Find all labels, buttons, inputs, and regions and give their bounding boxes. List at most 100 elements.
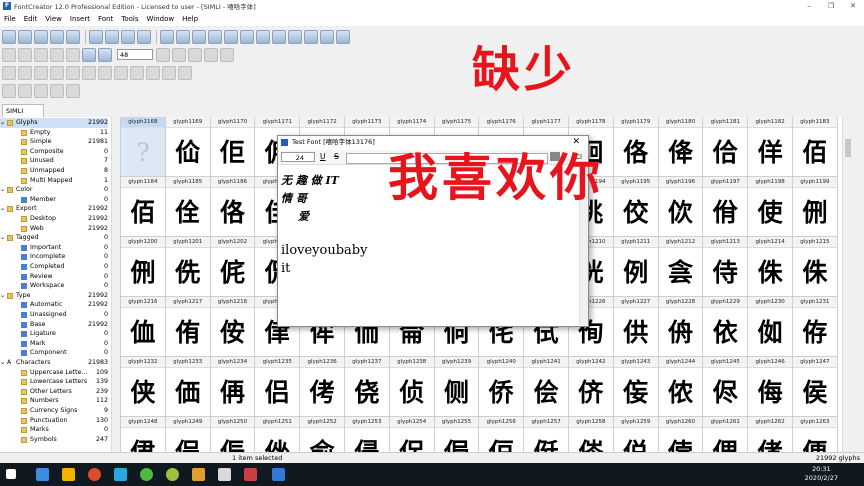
menu-font[interactable]: Font bbox=[94, 15, 117, 23]
zoom-in-icon[interactable] bbox=[82, 47, 96, 62]
app-icon-5[interactable] bbox=[140, 468, 153, 481]
tree-item[interactable]: Simple 21981 bbox=[0, 137, 108, 147]
glyph-cell[interactable]: glyph1231 侟 bbox=[793, 297, 838, 357]
glyph-cell[interactable]: glyph1259 侻 bbox=[613, 417, 659, 452]
grid-scrollbar[interactable] bbox=[842, 117, 853, 452]
glyph-cell[interactable]: glyph1253 侵 bbox=[345, 417, 390, 452]
align-center-icon[interactable] bbox=[18, 65, 32, 80]
glyph-cell[interactable]: glyph1186 佫 bbox=[210, 177, 256, 237]
glyph-cell[interactable]: glyph1197 佾 bbox=[703, 177, 749, 237]
menu-help[interactable]: Help bbox=[178, 15, 202, 23]
tree-item[interactable]: Uppercase Lette... 109 bbox=[0, 368, 108, 378]
glyph-cell[interactable]: glyph1260 侼 bbox=[658, 417, 704, 452]
background-icon[interactable] bbox=[50, 83, 64, 98]
glyph-cell[interactable]: glyph1233 価 bbox=[165, 357, 211, 417]
close-button[interactable]: ✕ bbox=[842, 0, 864, 12]
menu-window[interactable]: Window bbox=[142, 15, 178, 23]
glyph-cell[interactable]: glyph1250 侲 bbox=[210, 417, 256, 452]
folder-app-icon[interactable] bbox=[62, 468, 75, 481]
tree-item[interactable]: Desktop 21992 bbox=[0, 214, 108, 224]
tree-item[interactable]: Automatic 21992 bbox=[0, 300, 108, 310]
distribute-icon[interactable] bbox=[50, 65, 64, 80]
test-icon[interactable] bbox=[240, 29, 254, 44]
tree-item[interactable]: Mark 0 bbox=[0, 339, 108, 349]
tree-item[interactable]: Punctuation 130 bbox=[0, 416, 108, 426]
menu-tools[interactable]: Tools bbox=[117, 15, 142, 23]
tree-item[interactable]: Numbers 112 bbox=[0, 396, 108, 406]
tree-item[interactable]: Incomplete 0 bbox=[0, 252, 108, 262]
glyph-cell[interactable]: glyph1254 侶 bbox=[389, 417, 435, 452]
glyph-cell[interactable]: glyph1199 侀 bbox=[793, 177, 838, 237]
save-all-icon[interactable] bbox=[50, 29, 64, 44]
glyph-cell[interactable]: glyph1216 侐 bbox=[121, 297, 166, 357]
tree-scrollbar[interactable] bbox=[111, 117, 120, 452]
node-icon[interactable] bbox=[220, 47, 234, 62]
tree-item[interactable]: Review 0 bbox=[0, 272, 108, 282]
tree-item[interactable]: Marks 0 bbox=[0, 425, 108, 435]
glyph-cell[interactable]: glyph1202 侂 bbox=[210, 237, 256, 297]
tree-item[interactable]: Other Letters 239 bbox=[0, 387, 108, 397]
layer-icon[interactable] bbox=[2, 83, 16, 98]
strikethrough-button[interactable]: S bbox=[334, 151, 339, 163]
glyph-cell[interactable]: glyph1243 侫 bbox=[613, 357, 659, 417]
pen-icon[interactable] bbox=[34, 47, 48, 62]
save-icon[interactable] bbox=[34, 29, 48, 44]
glyph-cell[interactable]: glyph1168? bbox=[121, 117, 166, 177]
glyph-cell[interactable]: glyph1251 侳 bbox=[255, 417, 301, 452]
app-icon-8[interactable] bbox=[218, 468, 231, 481]
function-icon[interactable] bbox=[256, 29, 270, 44]
glyph-cell[interactable]: glyph1182 佯 bbox=[748, 117, 793, 177]
glyph-cell[interactable]: glyph1180 佭 bbox=[658, 117, 704, 177]
maximize-button[interactable]: ❐ bbox=[820, 0, 842, 12]
glyph-cell[interactable]: glyph1217 侑 bbox=[165, 297, 211, 357]
circle-icon[interactable] bbox=[188, 47, 202, 62]
tree-item[interactable]: Base 21992 bbox=[0, 320, 108, 330]
glyph-cell[interactable]: glyph1195 佼 bbox=[613, 177, 659, 237]
tree-item[interactable]: ⌄ Tagged 0 bbox=[0, 233, 108, 243]
glyph-cell[interactable]: glyph1261 侽 bbox=[703, 417, 749, 452]
glyph-cell[interactable]: glyph1236 侤 bbox=[300, 357, 345, 417]
glyph-cell[interactable]: glyph1218 侒 bbox=[210, 297, 256, 357]
tree-item[interactable]: Symbols 247 bbox=[0, 435, 108, 445]
menu-view[interactable]: View bbox=[41, 15, 66, 23]
tree-item[interactable]: ⌄ Glyphs 21992 bbox=[0, 118, 108, 128]
kerning-icon[interactable] bbox=[224, 29, 238, 44]
flip-icon[interactable] bbox=[172, 47, 186, 62]
hint-icon[interactable] bbox=[178, 65, 192, 80]
tree-item[interactable]: Member 0 bbox=[0, 195, 108, 205]
points-icon[interactable] bbox=[34, 83, 48, 98]
tree-item[interactable]: Completed 0 bbox=[0, 262, 108, 272]
lasso-icon[interactable] bbox=[18, 47, 32, 62]
glyph-cell[interactable]: glyph1198 使 bbox=[748, 177, 793, 237]
menu-insert[interactable]: Insert bbox=[66, 15, 94, 23]
tree-item[interactable]: Workspace 0 bbox=[0, 281, 108, 291]
undo-icon[interactable] bbox=[160, 29, 174, 44]
app-icon-7[interactable] bbox=[192, 468, 205, 481]
grid-view-icon[interactable] bbox=[336, 29, 350, 44]
rotate-icon[interactable] bbox=[156, 47, 170, 62]
tree-item[interactable]: ⌄ Color 0 bbox=[0, 185, 108, 195]
glyph-cell[interactable]: glyph1241 侩 bbox=[524, 357, 569, 417]
mask-icon[interactable] bbox=[66, 83, 80, 98]
tree-item[interactable]: Web 21992 bbox=[0, 224, 108, 234]
tree-item[interactable]: ⌄ A Characters 21983 bbox=[0, 358, 108, 368]
paste-icon[interactable] bbox=[137, 29, 151, 44]
tree-item[interactable]: Important 0 bbox=[0, 243, 108, 253]
select-icon[interactable] bbox=[2, 47, 16, 62]
tree-item[interactable]: Composite 0 bbox=[0, 147, 108, 157]
glyph-cell[interactable]: glyph1262 侾 bbox=[748, 417, 793, 452]
glyph-cell[interactable]: glyph1170 佢 bbox=[210, 117, 256, 177]
font-size-select[interactable]: 24 bbox=[281, 152, 315, 162]
combine-icon[interactable] bbox=[98, 65, 112, 80]
underline-button[interactable]: U bbox=[320, 151, 326, 163]
tree-item[interactable]: ⌄ Export 21992 bbox=[0, 204, 108, 214]
preview-icon[interactable] bbox=[320, 29, 334, 44]
anchor-icon[interactable] bbox=[146, 65, 160, 80]
knife-icon[interactable] bbox=[66, 47, 80, 62]
align-right-icon[interactable] bbox=[34, 65, 48, 80]
tree-item[interactable]: Unmapped 8 bbox=[0, 166, 108, 176]
grid-scrollbar-thumb[interactable] bbox=[845, 139, 851, 157]
align-left-icon[interactable] bbox=[2, 65, 16, 80]
zoom-level-select[interactable]: 48 bbox=[117, 49, 153, 60]
app-icon-4[interactable] bbox=[114, 468, 127, 481]
